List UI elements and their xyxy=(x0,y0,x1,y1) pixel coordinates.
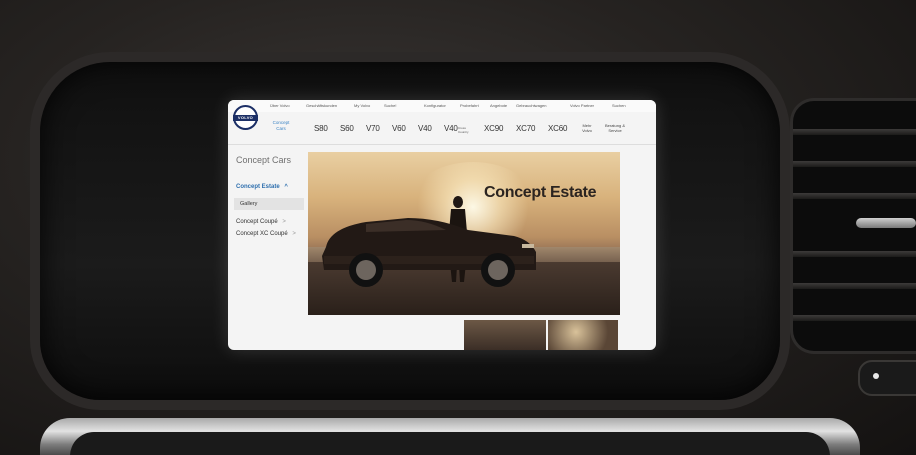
model-link-v60[interactable]: V60 xyxy=(392,124,406,133)
chevron-up-icon: ^ xyxy=(284,184,288,190)
top-nav: Über Volvo Geschäftskunden My Volvo Such… xyxy=(228,100,656,112)
sidebar-item-label: Concept XC Coupé xyxy=(236,231,288,237)
nav-link-gebrauchtwagen[interactable]: Gebrauchtwagen xyxy=(516,103,546,108)
model-link-xc70[interactable]: XC70 xyxy=(516,124,535,133)
nav-link-suche[interactable]: Suche! xyxy=(384,103,396,108)
car-dashboard-photo: Über Volvo Geschäftskunden My Volvo Such… xyxy=(0,0,916,455)
infotainment-screen: Über Volvo Geschäftskunden My Volvo Such… xyxy=(228,100,656,350)
model-link-s60[interactable]: S60 xyxy=(340,124,354,133)
model-link-xc60[interactable]: XC60 xyxy=(548,124,567,133)
sidebar-item-concept-estate[interactable]: Concept Estate ^ xyxy=(236,184,288,190)
car-and-person-illustration xyxy=(322,196,536,287)
model-bar: Concept Cars S80 S60 V70 V60 V40 V40 Cro… xyxy=(268,118,656,140)
gallery-thumbnail[interactable] xyxy=(464,320,546,350)
vent-knob xyxy=(856,218,916,228)
service-link[interactable]: Beratung & Service xyxy=(602,123,628,133)
sidebar: Concept Cars Concept Estate ^ Gallery Co… xyxy=(232,146,306,350)
gallery-thumbnail[interactable] xyxy=(548,320,618,350)
dashboard-button xyxy=(858,360,916,396)
sidebar-item-label: Concept Coupé xyxy=(236,219,278,225)
nav-link-konfigurator[interactable]: Konfigurator xyxy=(424,103,446,108)
nav-link-probefahrt[interactable]: Probefahrt xyxy=(460,103,479,108)
sidebar-item-concept-xc-coupe[interactable]: Concept XC Coupé > xyxy=(236,231,296,237)
v40-cc-sublabel: Cross Country xyxy=(458,126,469,134)
nav-link-ueber-volvo[interactable]: Über Volvo xyxy=(270,103,290,108)
sidebar-item-concept-coupe[interactable]: Concept Coupé > xyxy=(236,219,286,225)
gallery-thumbnails xyxy=(464,320,618,350)
nav-link-angebote[interactable]: Angebote xyxy=(490,103,507,108)
concept-cars-link[interactable]: Concept Cars xyxy=(268,120,294,132)
hero-title: Concept Estate xyxy=(484,184,597,201)
volvo-logo[interactable]: VOLVO xyxy=(233,105,258,130)
more-volvo-link[interactable]: Mehr Volvo xyxy=(578,123,596,133)
model-link-xc90[interactable]: XC90 xyxy=(484,124,503,133)
model-link-s80[interactable]: S80 xyxy=(314,124,328,133)
sidebar-title: Concept Cars xyxy=(236,155,292,165)
gallery-label: Gallery xyxy=(240,201,258,207)
nav-divider xyxy=(228,144,656,145)
indicator-light-icon xyxy=(873,373,879,379)
nav-link-geschaeftskunden[interactable]: Geschäftskunden xyxy=(306,103,337,108)
model-link-v70[interactable]: V70 xyxy=(366,124,380,133)
model-link-v40-cc[interactable]: V40 xyxy=(444,124,458,133)
hero-image[interactable]: Concept Estate xyxy=(308,152,620,315)
nav-link-my-volvo[interactable]: My Volvo xyxy=(354,103,370,108)
model-link-v40[interactable]: V40 xyxy=(418,124,432,133)
chevron-right-icon: > xyxy=(282,219,286,225)
nav-link-volvo-partner[interactable]: Volvo Partner xyxy=(570,103,594,108)
logo-text: VOLVO xyxy=(237,115,254,120)
chevron-right-icon: > xyxy=(292,231,296,237)
sidebar-item-label: Concept Estate xyxy=(236,184,280,190)
nav-link-suchen[interactable]: Suchen xyxy=(612,103,626,108)
trim-inner xyxy=(70,432,830,455)
